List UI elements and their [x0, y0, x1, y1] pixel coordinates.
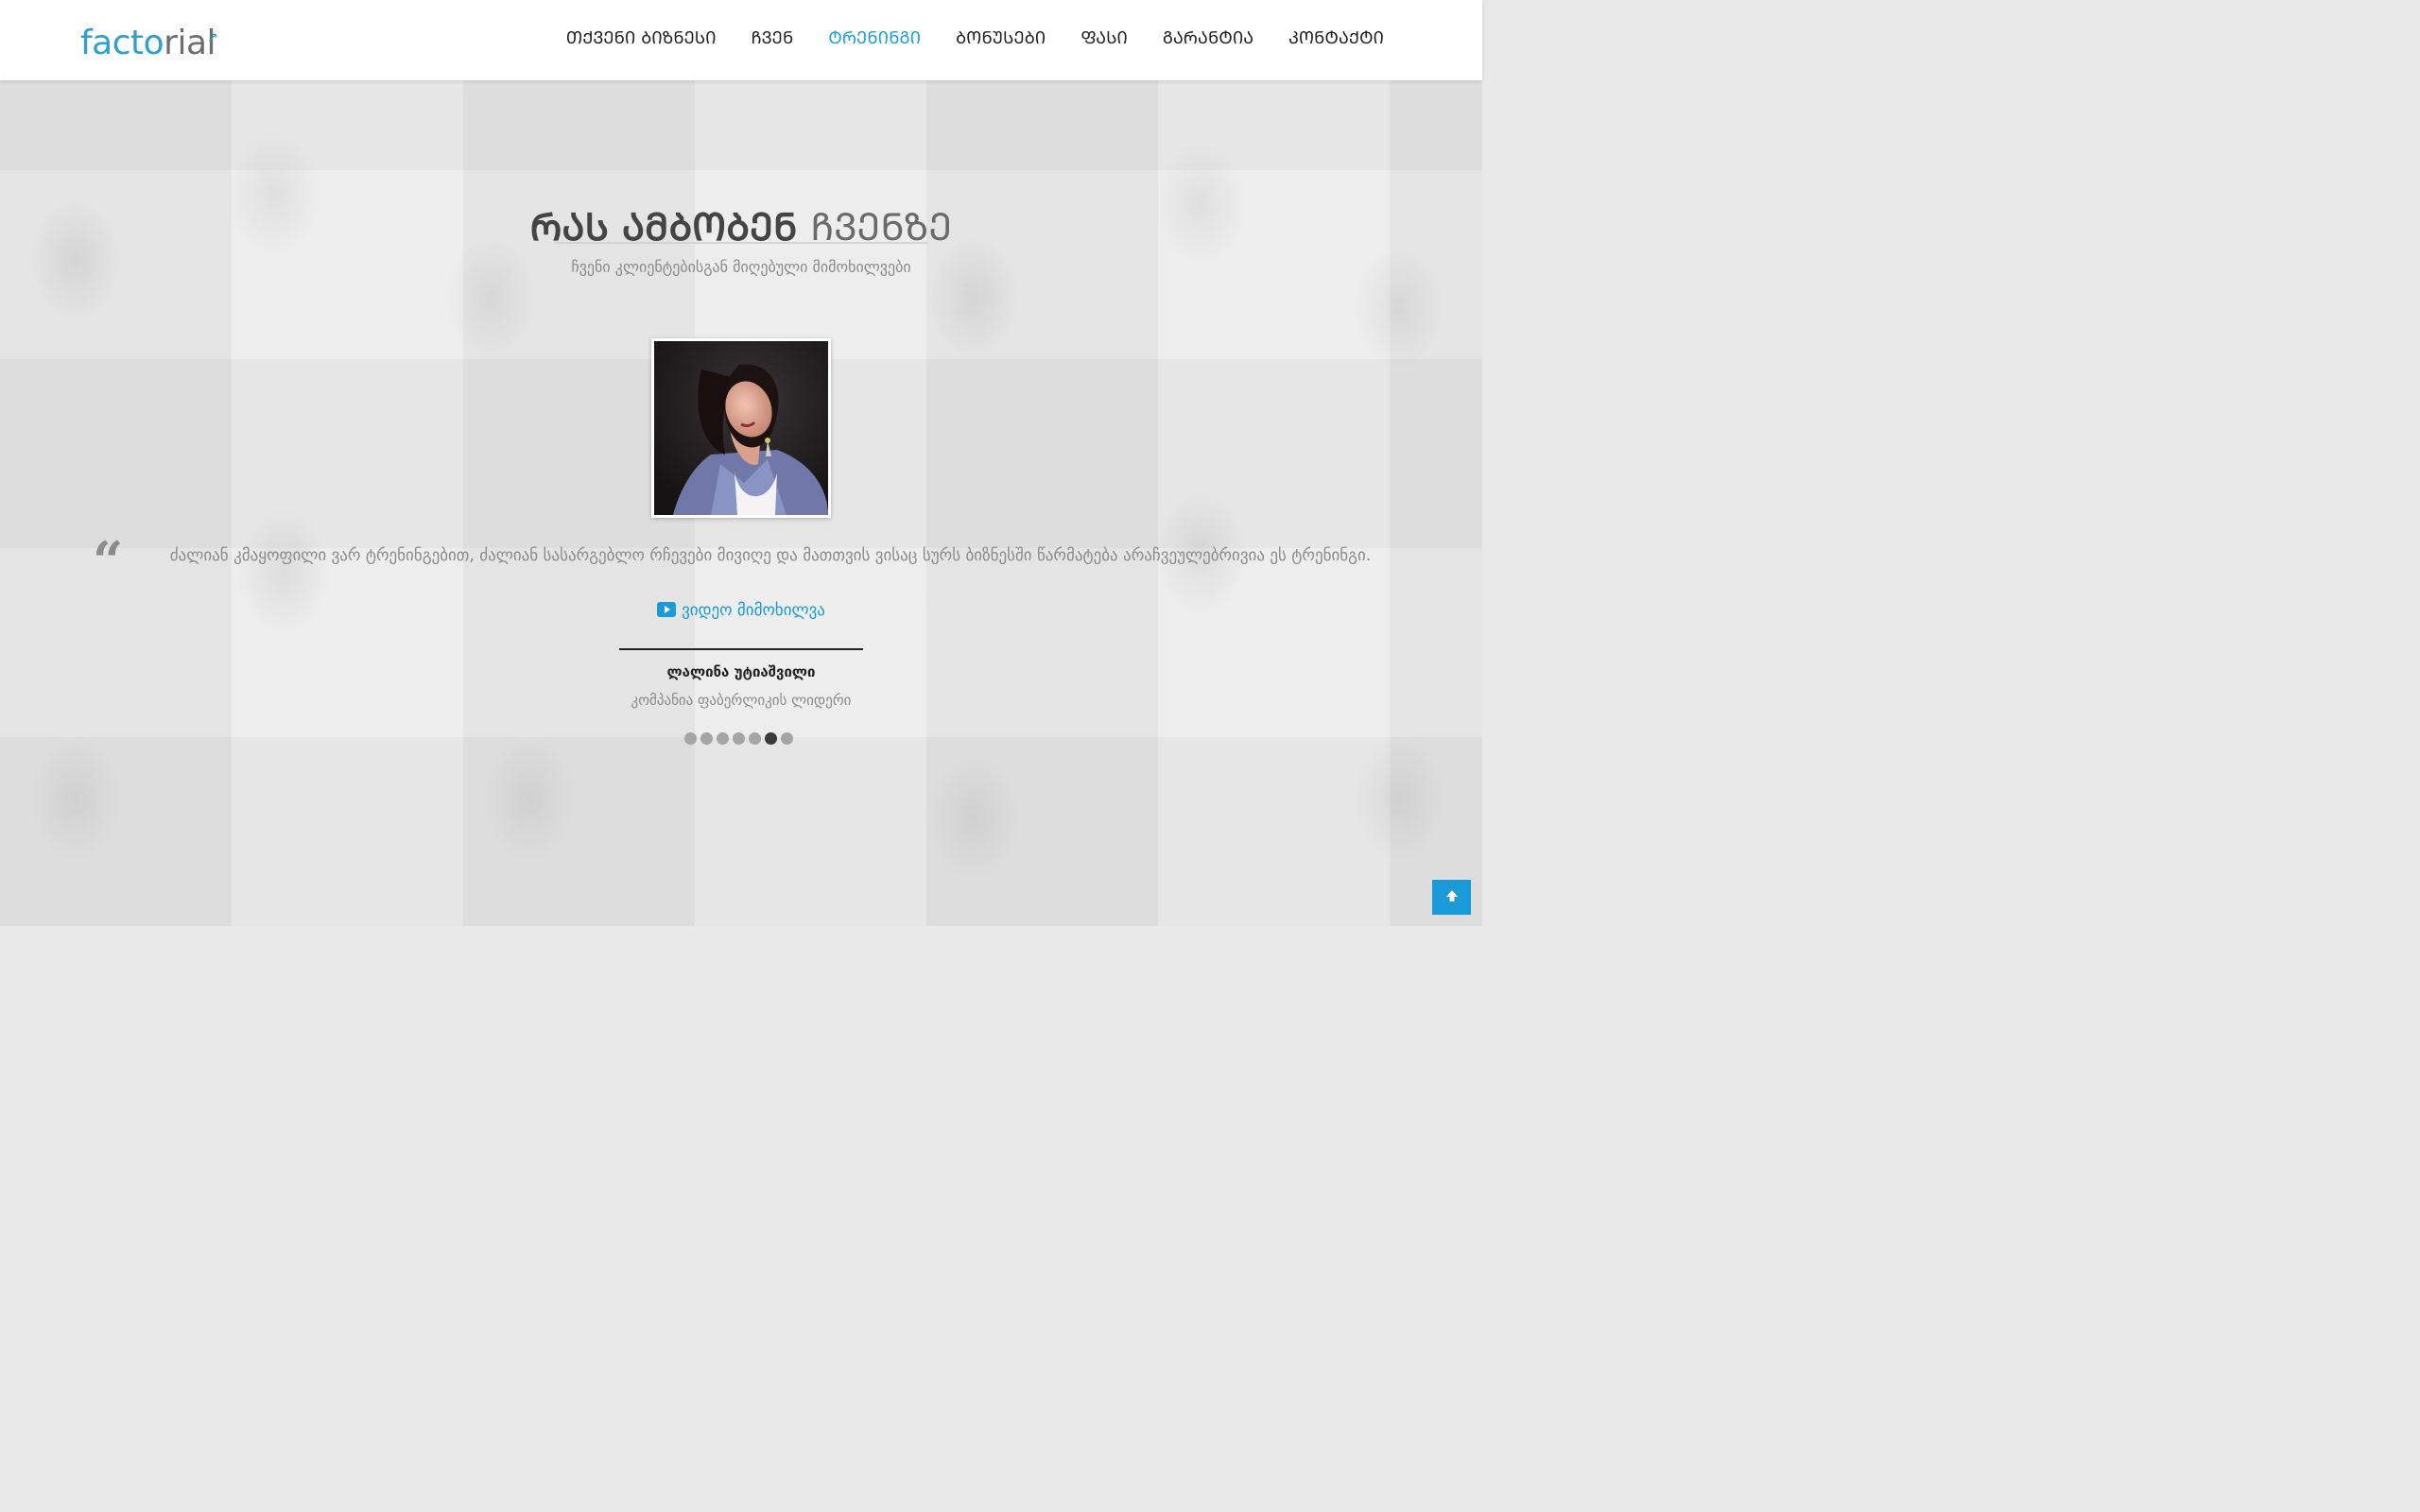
nav-item-about-us[interactable]: ᲩᲕᲔᲜ	[752, 26, 794, 49]
youtube-play-icon	[657, 602, 677, 622]
carousel-dot[interactable]	[717, 732, 729, 745]
testimonial-author-name: ლალინა უტიაშვილი	[666, 663, 816, 680]
carousel-dot[interactable]	[700, 732, 713, 745]
carousel-dot[interactable]	[684, 732, 697, 745]
carousel-dot[interactable]	[749, 732, 761, 745]
nav-item-price[interactable]: ᲤᲐᲡᲘ	[1080, 26, 1128, 49]
testimonial-avatar-frame	[651, 338, 831, 518]
title-divider	[555, 242, 927, 244]
carousel-pagination	[684, 732, 793, 745]
main-nav: ᲗᲥᲕᲔᲜᲘ ᲑᲘᲖᲜᲔᲡᲘ ᲩᲕᲔᲜ ᲢᲠᲔᲜᲘᲜᲒᲘ ᲑᲝᲜᲣᲡᲔᲑᲘ ᲤᲐ…	[566, 25, 1384, 51]
navbar: factorial ↗ ᲗᲥᲕᲔᲜᲘ ᲑᲘᲖᲜᲔᲡᲘ ᲩᲕᲔᲜ ᲢᲠᲔᲜᲘᲜᲒᲘ…	[0, 0, 1482, 80]
video-review-label: ვიდეო მიმოხილვა	[682, 601, 825, 620]
scroll-to-top-button[interactable]	[1432, 880, 1471, 915]
nav-item-guarantee[interactable]: ᲒᲐᲠᲐᲜᲢᲘᲐ	[1163, 26, 1253, 49]
video-review-link[interactable]: ვიდეო მიმოხილვა	[0, 601, 1482, 622]
testimonial-avatar-photo	[654, 341, 828, 515]
nav-item-bonuses[interactable]: ᲑᲝᲜᲣᲡᲔᲑᲘ	[956, 26, 1046, 49]
nav-item-our-business[interactable]: ᲗᲥᲕᲔᲜᲘ ᲑᲘᲖᲜᲔᲡᲘ	[566, 26, 717, 49]
carousel-dot-active[interactable]	[765, 732, 777, 745]
carousel-dot[interactable]	[781, 732, 793, 745]
nav-item-training[interactable]: ᲢᲠᲔᲜᲘᲜᲒᲘ	[828, 26, 921, 49]
arrow-up-icon	[1444, 888, 1460, 907]
testimonial-quote: ძალიან კმაყოფილი ვარ ტრენინგებით, ძალიან…	[169, 546, 1372, 565]
quote-icon: “	[93, 530, 124, 593]
logo-arrow-icon: ↗	[206, 30, 218, 45]
factorial-logo[interactable]: factorial ↗	[80, 24, 218, 62]
section-subtitle: ჩვენი კლიენტებისგან მიღებული მიმოხილვები	[571, 258, 911, 276]
author-divider	[619, 648, 863, 650]
logo-text-primary: facto	[80, 24, 164, 62]
nav-item-contact[interactable]: ᲙᲝᲜᲢᲐᲥᲢᲘ	[1288, 26, 1384, 49]
carousel-dot[interactable]	[733, 732, 745, 745]
testimonial-author-role: კომპანია ფაბერლიკის ლიდერი	[631, 692, 852, 709]
